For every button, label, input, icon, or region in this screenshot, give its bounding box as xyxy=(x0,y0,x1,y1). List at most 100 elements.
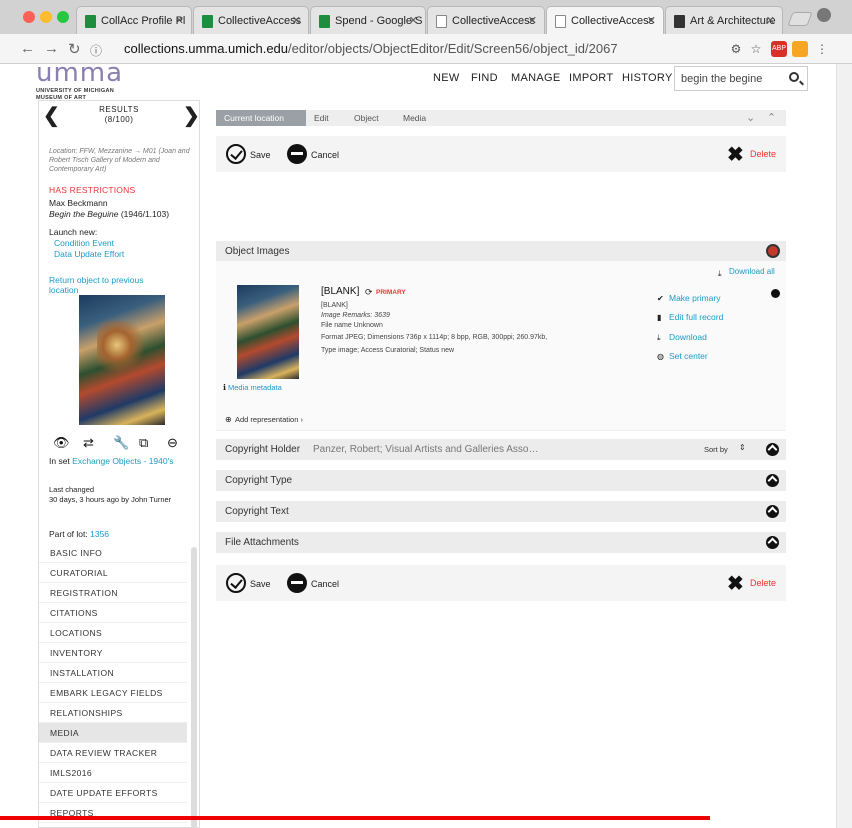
close-icon[interactable]: ✕ xyxy=(409,14,418,27)
copy-icon[interactable]: ⧉ xyxy=(139,435,148,451)
view-eye-icon[interactable]: 👁 xyxy=(53,435,70,451)
remove-media-icon[interactable] xyxy=(771,289,780,298)
umma-logo[interactable]: umma UNIVERSITY OF MICHIGAN MUSEUM OF AR… xyxy=(36,64,123,102)
remove-icon[interactable]: ⊖ xyxy=(167,435,178,451)
collapse-down-icon[interactable]: ⌄ xyxy=(746,111,755,124)
expand-up-icon[interactable] xyxy=(766,443,779,456)
search-value: begin the begine xyxy=(681,73,763,85)
nav-embark-legacy-fields[interactable]: EMBARK LEGACY FIELDS xyxy=(39,683,187,703)
duplicate-icon[interactable]: ⇄ xyxy=(83,435,94,451)
forward-icon[interactable]: → xyxy=(44,40,59,57)
nav-manage[interactable]: MANAGE xyxy=(511,72,560,84)
breadcrumb-object[interactable]: Object xyxy=(354,110,379,126)
results-label[interactable]: RESULTS xyxy=(39,105,199,114)
menu-icon[interactable]: ⋮ xyxy=(814,41,830,57)
delete-x-icon[interactable]: ✖ xyxy=(727,142,744,167)
breadcrumb-current-location[interactable]: Current location xyxy=(216,110,306,126)
edit-full-record-link[interactable]: Edit full record xyxy=(669,312,723,322)
download-link[interactable]: Download xyxy=(669,332,707,342)
browser-tab[interactable]: CollectiveAccess ✕ xyxy=(427,6,545,34)
nav-installation[interactable]: INSTALLATION xyxy=(39,663,187,683)
close-icon[interactable]: ✕ xyxy=(647,14,656,27)
close-icon[interactable]: ✕ xyxy=(766,14,775,27)
sort-arrows-icon[interactable]: ⇕ xyxy=(739,443,746,452)
set-link[interactable]: Exchange Objects - 1940's xyxy=(72,456,173,466)
bookmark-star-icon[interactable]: ☆ xyxy=(748,41,764,57)
info-icon[interactable]: ⓘ xyxy=(90,42,102,59)
nav-imls2016[interactable]: IMLS2016 xyxy=(39,763,187,783)
expand-up-icon[interactable] xyxy=(766,474,779,487)
expand-up-icon[interactable] xyxy=(766,536,779,549)
adblock-icon[interactable]: ABP xyxy=(771,41,787,57)
minimize-window-button[interactable] xyxy=(40,11,52,23)
sidebar-scrollbar[interactable] xyxy=(191,547,197,828)
new-tab-button[interactable] xyxy=(787,12,813,26)
browser-tab[interactable]: CollAcc Profile Pl ✕ xyxy=(76,6,192,34)
save-icon[interactable] xyxy=(226,144,246,164)
launch-data-update-effort-link[interactable]: Data Update Effort xyxy=(54,249,124,259)
nav-date-update-efforts[interactable]: DATE UPDATE EFFORTS xyxy=(39,783,187,803)
save-button[interactable]: Save xyxy=(250,150,271,160)
browser-tab-active[interactable]: CollectiveAccess ✕ xyxy=(546,6,664,35)
save-button[interactable]: Save xyxy=(250,579,271,589)
save-icon[interactable] xyxy=(226,573,246,593)
nav-registration[interactable]: REGISTRATION xyxy=(39,583,187,603)
cancel-icon[interactable] xyxy=(287,144,307,164)
nav-find[interactable]: FIND xyxy=(471,72,498,84)
nav-relationships[interactable]: RELATIONSHIPS xyxy=(39,703,187,723)
cancel-button[interactable]: Cancel xyxy=(311,579,339,589)
close-icon[interactable]: ✕ xyxy=(292,14,301,27)
collapse-red-icon[interactable] xyxy=(766,244,780,258)
nav-curatorial[interactable]: CURATORIAL xyxy=(39,563,187,583)
search-icon[interactable] xyxy=(789,72,799,82)
tools-icon[interactable]: 🔧 xyxy=(113,435,129,451)
object-thumbnail[interactable] xyxy=(79,295,165,425)
media-thumbnail[interactable] xyxy=(237,285,299,379)
nav-new[interactable]: NEW xyxy=(433,72,460,84)
close-icon[interactable]: ✕ xyxy=(528,14,537,27)
download-all-link[interactable]: Download all xyxy=(729,267,775,276)
media-metadata-link[interactable]: Media metadata xyxy=(228,383,282,392)
nav-data-review-tracker[interactable]: DATA REVIEW TRACKER xyxy=(39,743,187,763)
zoom-window-button[interactable] xyxy=(57,11,69,23)
profile-icon[interactable] xyxy=(817,8,831,22)
expand-up-icon[interactable] xyxy=(766,505,779,518)
breadcrumb-media[interactable]: Media xyxy=(403,110,426,126)
next-result-icon[interactable]: ❯ xyxy=(183,103,200,128)
close-window-button[interactable] xyxy=(23,11,35,23)
nav-import[interactable]: IMPORT xyxy=(569,72,613,84)
search-input[interactable]: begin the begine xyxy=(674,66,808,91)
nav-reports[interactable]: REPORTS xyxy=(39,803,187,823)
return-object-link[interactable]: Return object to previous location xyxy=(49,275,159,295)
nav-locations[interactable]: LOCATIONS xyxy=(39,623,187,643)
browser-tab[interactable]: Art & Architecture ✕ xyxy=(665,6,783,34)
delete-x-icon[interactable]: ✖ xyxy=(727,571,744,596)
lot-link[interactable]: 1356 xyxy=(90,529,109,539)
nav-inventory[interactable]: INVENTORY xyxy=(39,643,187,663)
browser-tab[interactable]: CollectiveAccess ✕ xyxy=(193,6,309,34)
url-field[interactable]: collections.umma.umich.edu/editor/object… xyxy=(108,38,720,60)
cancel-button[interactable]: Cancel xyxy=(311,150,339,160)
nav-basic-info[interactable]: BASIC INFO xyxy=(39,543,187,563)
collapse-up-icon[interactable]: ⌃ xyxy=(767,111,776,124)
close-icon[interactable]: ✕ xyxy=(175,14,184,27)
translate-icon[interactable]: ⚙ xyxy=(728,41,744,57)
set-center-link[interactable]: Set center xyxy=(669,351,708,361)
delete-button[interactable]: Delete xyxy=(750,578,776,588)
back-icon[interactable]: ← xyxy=(20,40,35,57)
cancel-icon[interactable] xyxy=(287,573,307,593)
delete-button[interactable]: Delete xyxy=(750,149,776,159)
launch-condition-event-link[interactable]: Condition Event xyxy=(54,238,114,248)
nav-history[interactable]: HISTORY xyxy=(622,72,673,84)
nav-media[interactable]: MEDIA xyxy=(39,723,187,743)
add-representation-link[interactable]: Add representation › xyxy=(235,415,303,424)
sort-by-button[interactable]: Sort by xyxy=(704,445,728,454)
copyright-holder-section: Copyright Holder Panzer, Robert; Visual … xyxy=(216,439,786,460)
page-scrollbar[interactable] xyxy=(836,64,852,828)
reload-icon[interactable]: ↻ xyxy=(68,40,81,58)
nav-citations[interactable]: CITATIONS xyxy=(39,603,187,623)
extension-icon[interactable] xyxy=(792,41,808,57)
make-primary-link[interactable]: Make primary xyxy=(669,293,720,303)
browser-tab[interactable]: Spend - Google S ✕ xyxy=(310,6,426,34)
breadcrumb-edit[interactable]: Edit xyxy=(314,110,329,126)
